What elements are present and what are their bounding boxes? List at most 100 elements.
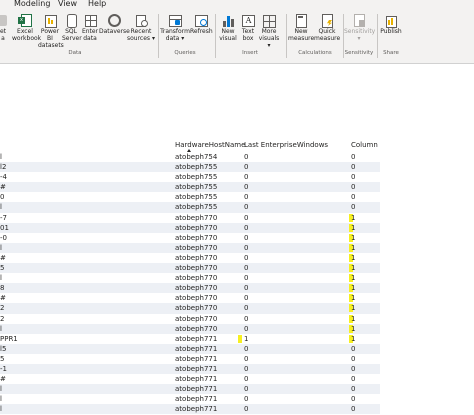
host-name-cell: atobeph770 <box>175 264 218 273</box>
row-partial-cell: l <box>0 243 2 252</box>
dataverse-button[interactable]: Dataverse <box>99 13 130 35</box>
row-partial-cell: 8 <box>0 284 5 293</box>
get-data-button[interactable]: et a <box>0 13 10 42</box>
last-enterprise-windows-cell: 0 <box>244 364 249 373</box>
table-row[interactable]: 8 atobeph770 0 1 <box>0 283 380 294</box>
table-row[interactable]: l5 atobeph771 0 0 <box>0 343 380 354</box>
row-partial-cell: l <box>0 395 2 404</box>
host-name-cell: atobeph771 <box>175 385 218 394</box>
host-name-cell: atobeph770 <box>175 233 218 242</box>
host-name-cell: atobeph770 <box>175 253 218 262</box>
table-row[interactable]: l atobeph771 0 0 <box>0 404 380 415</box>
header-column[interactable]: Column <box>351 141 378 149</box>
row-partial-cell: 5 <box>0 264 5 273</box>
row-partial-cell: 01 <box>0 223 9 232</box>
table-row[interactable]: 5 atobeph771 0 0 <box>0 354 380 364</box>
header-hardware-host-name[interactable]: HardwareHostName <box>175 141 245 149</box>
column-cell: 1 <box>351 314 356 323</box>
host-name-cell: atobeph755 <box>175 173 218 182</box>
host-name-cell: atobeph770 <box>175 324 218 333</box>
table-row[interactable]: 0 atobeph755 0 0 <box>0 192 380 202</box>
table-row[interactable]: l atobeph771 0 0 <box>0 394 380 404</box>
text-box-button[interactable]: A Text box <box>239 13 257 42</box>
table-row[interactable]: l atobeph754 0 0 <box>0 152 380 162</box>
table-row[interactable]: 01 atobeph770 0 1 <box>0 222 380 233</box>
row-partial-cell: l <box>0 324 2 333</box>
excel-workbook-button[interactable]: x Excel workbook <box>12 13 41 42</box>
table-row[interactable]: -0 atobeph770 0 1 <box>0 233 380 243</box>
table-row[interactable]: # atobeph770 0 1 <box>0 293 380 303</box>
sql-server-button[interactable]: SQL Server <box>62 13 82 42</box>
new-measure-button[interactable]: New measure <box>288 13 314 42</box>
sensitivity-label-icon <box>352 14 366 27</box>
table-row[interactable]: -1 atobeph771 0 0 <box>0 363 380 375</box>
tab-help[interactable]: Help <box>88 0 106 8</box>
column-cell: 1 <box>351 233 356 242</box>
table-grid-icon <box>83 14 97 27</box>
text-box-icon: A <box>241 14 255 27</box>
table-body: l atobeph754 0 0 l2 atobeph755 0 0 -4 atobeph755 0… <box>0 152 380 415</box>
row-partial-cell: l2 <box>0 163 7 172</box>
table-row[interactable]: l atobeph770 0 1 <box>0 242 380 253</box>
host-name-cell: atobeph770 <box>175 294 218 303</box>
row-partial-cell: # <box>0 253 6 262</box>
last-enterprise-windows-cell: 0 <box>244 385 249 394</box>
new-visual-button[interactable]: New visual <box>217 13 239 42</box>
last-enterprise-windows-cell: 0 <box>244 375 249 384</box>
quick-measure-button[interactable]: Quick measure <box>314 13 340 42</box>
column-cell: 0 <box>351 385 356 394</box>
tab-modeling[interactable]: Modeling <box>14 0 50 8</box>
transform-data-button[interactable]: Transform data ▾ <box>160 13 190 42</box>
last-enterprise-windows-cell: 0 <box>244 284 249 293</box>
column-cell: 0 <box>351 354 356 363</box>
column-cell: 0 <box>351 163 356 172</box>
table-row[interactable]: 2 atobeph770 0 1 <box>0 303 380 314</box>
table-row[interactable]: l atobeph770 0 1 <box>0 273 380 283</box>
last-enterprise-windows-cell: 0 <box>244 233 249 242</box>
column-cell: 1 <box>351 304 356 313</box>
sensitivity-button[interactable]: Sensitivity ▾ <box>344 13 375 42</box>
enter-data-button[interactable]: Enter data <box>81 13 99 42</box>
table-row[interactable]: # atobeph770 0 1 <box>0 253 380 263</box>
host-name-cell: atobeph770 <box>175 223 218 232</box>
host-name-cell: atobeph771 <box>175 375 218 384</box>
column-cell: 0 <box>351 153 356 161</box>
table-row[interactable]: -7 atobeph770 0 1 <box>0 213 380 223</box>
table-row[interactable]: l atobeph755 0 0 <box>0 202 380 213</box>
tab-view[interactable]: View <box>58 0 77 8</box>
recent-sources-button[interactable]: Recent sources ▾ <box>127 13 155 42</box>
last-enterprise-windows-cell: 0 <box>244 274 249 283</box>
host-name-cell: atobeph771 <box>175 364 218 373</box>
table-row[interactable]: # atobeph771 0 0 <box>0 374 380 384</box>
table-row[interactable]: 2 atobeph770 0 1 <box>0 314 380 324</box>
row-partial-cell: l <box>0 153 2 161</box>
table-row[interactable]: 5 atobeph770 0 1 <box>0 263 380 274</box>
power-bi-datasets-button[interactable]: Power BI datasets <box>38 13 64 49</box>
last-enterprise-windows-cell: 0 <box>244 183 249 192</box>
table-row[interactable]: l atobeph770 0 1 <box>0 323 380 334</box>
header-last-enterprise-windows[interactable]: Last EnterpriseWindows <box>244 141 328 149</box>
sql-server-icon <box>64 14 78 28</box>
host-name-cell: atobeph770 <box>175 284 218 293</box>
table-row[interactable]: l2 atobeph755 0 0 <box>0 162 380 173</box>
table-row[interactable]: PPR1 atobeph771 1 1 <box>0 334 380 344</box>
last-enterprise-windows-cell: 0 <box>244 324 249 333</box>
refresh-icon <box>194 14 208 27</box>
row-partial-cell: l <box>0 385 2 394</box>
table-row[interactable]: -4 atobeph755 0 0 <box>0 172 380 182</box>
more-visuals-icon <box>262 14 276 28</box>
publish-button[interactable]: Publish <box>379 13 403 35</box>
table-row[interactable]: l atobeph771 0 0 <box>0 384 380 395</box>
row-partial-cell: -7 <box>0 213 7 222</box>
sensitivity-group-label: Sensitivity <box>344 50 374 56</box>
group-divider <box>215 14 216 58</box>
table-row[interactable]: # atobeph755 0 0 <box>0 182 380 193</box>
column-cell: 1 <box>351 213 356 222</box>
last-enterprise-windows-cell: 0 <box>244 213 249 222</box>
last-enterprise-windows-cell: 0 <box>244 344 249 353</box>
more-visuals-button[interactable]: More visuals ▾ <box>257 13 281 49</box>
database-icon <box>0 14 10 27</box>
row-partial-cell: -4 <box>0 173 7 182</box>
refresh-button[interactable]: Refresh <box>190 13 213 35</box>
host-name-cell: atobeph755 <box>175 183 218 192</box>
